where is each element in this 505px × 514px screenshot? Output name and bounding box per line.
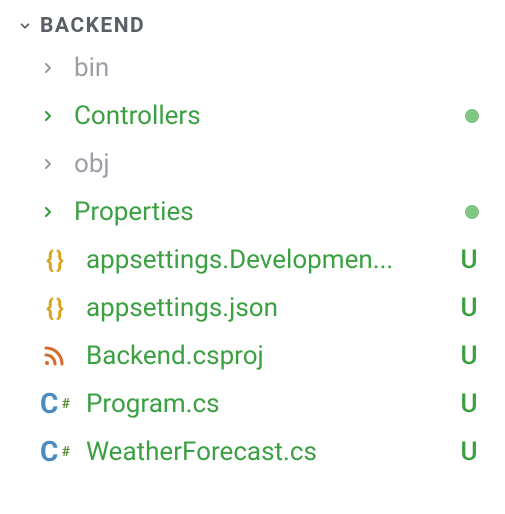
item-label: WeatherForecast.cs xyxy=(86,437,441,467)
chevron-down-icon xyxy=(18,19,32,33)
json-icon: { } xyxy=(40,294,68,322)
git-untracked-badge: U xyxy=(459,437,479,467)
xml-icon xyxy=(40,342,68,370)
chevron-right-icon xyxy=(40,108,56,124)
tree-root-item[interactable]: BACKEND xyxy=(0,8,505,44)
folder-item[interactable]: Properties xyxy=(0,188,505,236)
git-untracked-badge: U xyxy=(459,389,479,419)
file-item[interactable]: { } appsettings.json U xyxy=(0,284,505,332)
git-modified-dot xyxy=(465,109,479,123)
folder-item[interactable]: Controllers xyxy=(0,92,505,140)
git-untracked-badge: U xyxy=(459,293,479,323)
folder-item[interactable]: obj xyxy=(0,140,505,188)
chevron-right-icon xyxy=(40,60,56,76)
chevron-right-icon xyxy=(40,156,56,172)
item-label: appsettings.Developmen... xyxy=(86,245,441,275)
item-label: Backend.csproj xyxy=(86,341,441,371)
file-item[interactable]: Backend.csproj U xyxy=(0,332,505,380)
csharp-icon: C# xyxy=(40,390,68,418)
item-label: appsettings.json xyxy=(86,293,441,323)
git-untracked-badge: U xyxy=(459,245,479,275)
item-label: Properties xyxy=(74,197,447,227)
csharp-icon: C# xyxy=(40,438,68,466)
file-item[interactable]: C# WeatherForecast.cs U xyxy=(0,428,505,476)
item-label: Controllers xyxy=(74,101,447,131)
root-label: BACKEND xyxy=(40,14,145,38)
item-label: obj xyxy=(74,149,487,179)
git-untracked-badge: U xyxy=(459,341,479,371)
file-item[interactable]: C# Program.cs U xyxy=(0,380,505,428)
git-modified-dot xyxy=(465,205,479,219)
folder-item[interactable]: bin xyxy=(0,44,505,92)
file-item[interactable]: { } appsettings.Developmen... U xyxy=(0,236,505,284)
item-label: Program.cs xyxy=(86,389,441,419)
json-icon: { } xyxy=(40,246,68,274)
chevron-right-icon xyxy=(40,204,56,220)
item-label: bin xyxy=(74,53,487,83)
